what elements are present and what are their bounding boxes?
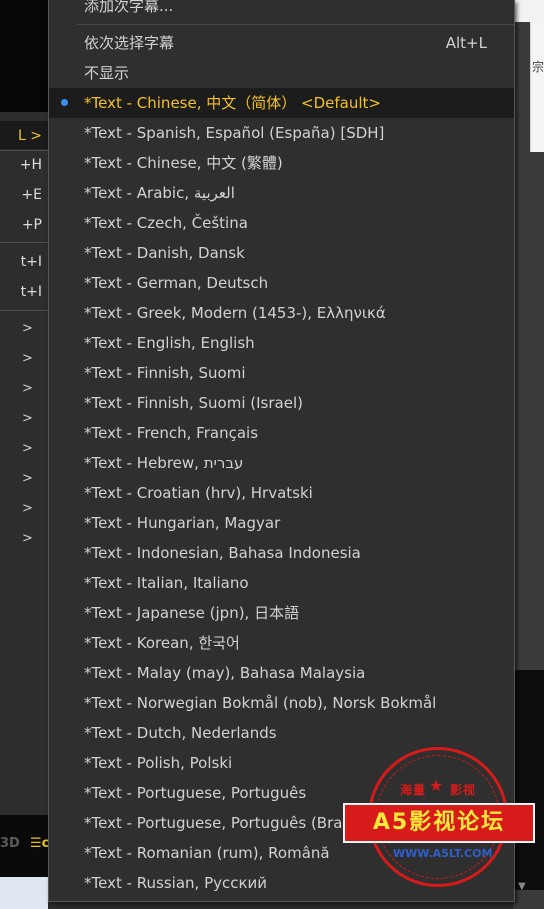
menu-item-label: *Text - Hebrew, עברית	[84, 454, 244, 472]
parent-menu-subtitle-item[interactable]: L >	[0, 127, 42, 145]
menu-separator	[77, 24, 514, 25]
menu-item-subtitle-track[interactable]: *Text - Italian, Italiano	[49, 568, 514, 598]
menu-item-cycle-subtitles[interactable]: 依次选择字幕 Alt+L	[49, 28, 514, 58]
parent-menu-dark-area	[0, 0, 48, 112]
menu-item-label: *Text - Chinese, 中文 (繁體)	[84, 154, 283, 172]
menu-item-subtitle-track[interactable]: *Text - Indonesian, Bahasa Indonesia	[49, 538, 514, 568]
menu-item-subtitle-track[interactable]: *Text - Danish, Dansk	[49, 238, 514, 268]
watermark-banner-text: A5影视论坛	[372, 810, 506, 835]
menu-item-label: *Text - Finnish, Suomi	[84, 364, 246, 382]
parent-menu-separator	[0, 310, 48, 311]
submenu-arrow-icon[interactable]: >	[22, 381, 33, 397]
menu-item-subtitle-track[interactable]: *Text - Norwegian Bokmål (nob), Norsk Bo…	[49, 688, 514, 718]
3d-button[interactable]: 3D	[0, 836, 20, 852]
parent-menu-shortcut[interactable]: t+I	[0, 283, 42, 301]
menu-item-label: *Text - English, English	[84, 334, 255, 352]
parent-menu-shortcut[interactable]: t+I	[0, 253, 42, 271]
parent-menu-separator	[0, 150, 48, 151]
menu-item-label: *Text - Danish, Dansk	[84, 244, 245, 262]
menu-item-label: *Text - Arabic, العربية	[84, 184, 235, 202]
menu-item-subtitle-track[interactable]: *Text - Spanish, Español (España) [SDH]	[49, 118, 514, 148]
background-window-text: 宗	[532, 60, 544, 74]
watermark-url: WWW.A5LT.COM	[393, 847, 493, 860]
menu-item-label: *Text - Polish, Polski	[84, 754, 233, 772]
menu-item-label: *Text - Spanish, Español (España) [SDH]	[84, 124, 385, 142]
menu-item-subtitle-track[interactable]: *Text - Arabic, العربية	[49, 178, 514, 208]
menu-item-subtitle-track[interactable]: *Text - Finnish, Suomi	[49, 358, 514, 388]
watermark-star-icon: ★	[429, 776, 444, 795]
menu-item-subtitle-track[interactable]: *Text - Dutch, Nederlands	[49, 718, 514, 748]
menu-icon[interactable]: ☰c	[30, 836, 49, 852]
menu-item-label: *Text - Czech, Čeština	[84, 214, 248, 232]
parent-menu-shortcut[interactable]: +H	[0, 156, 42, 174]
parent-menu-shortcut[interactable]: +P	[0, 216, 42, 234]
background-window-top	[513, 0, 544, 22]
menu-item-label: *Text - Romanian (rum), Română	[84, 844, 330, 862]
menu-item-subtitle-track[interactable]: *Text - Malay (may), Bahasa Malaysia	[49, 658, 514, 688]
menu-item-label: *Text - Greek, Modern (1453-), Ελληνικά	[84, 304, 386, 322]
menu-item-label: 添加次字幕...	[84, 0, 174, 15]
scroll-down-icon[interactable]: ▼	[518, 881, 526, 892]
menu-item-label: *Text - Croatian (hrv), Hrvatski	[84, 484, 313, 502]
submenu-arrow-icon[interactable]: >	[22, 321, 33, 337]
watermark-top-right-text: 影视	[450, 783, 477, 797]
menu-item-add-secondary-subtitle[interactable]: 添加次字幕...	[49, 0, 514, 21]
menu-item-subtitle-track[interactable]: *Text - Czech, Čeština	[49, 208, 514, 238]
menu-item-label: *Text - Japanese (jpn), 日本語	[84, 604, 300, 622]
menu-item-subtitle-track[interactable]: *Text - Korean, 한국어	[49, 628, 514, 658]
selected-bullet-icon	[61, 99, 68, 106]
background-window-panel	[530, 22, 544, 152]
submenu-arrow-icon[interactable]: >	[22, 471, 33, 487]
menu-item-label: 不显示	[84, 64, 130, 82]
submenu-arrow-icon[interactable]: >	[22, 351, 33, 367]
menu-item-label: *Text - Korean, 한국어	[84, 634, 240, 652]
menu-item-label: *Text - German, Deutsch	[84, 274, 269, 292]
menu-item-label: *Text - Dutch, Nederlands	[84, 724, 277, 742]
menu-item-hide-subtitles[interactable]: 不显示	[49, 58, 514, 88]
menu-item-label: 依次选择字幕	[84, 34, 175, 52]
menu-item-subtitle-track[interactable]: *Text - English, English	[49, 328, 514, 358]
menu-item-subtitle-track[interactable]: *Text - Hungarian, Magyar	[49, 508, 514, 538]
menu-item-subtitle-track[interactable]: *Text - Chinese, 中文 (繁體)	[49, 148, 514, 178]
menu-item-shortcut: Alt+L	[445, 34, 487, 52]
menu-item-label: *Text - Hungarian, Magyar	[84, 514, 281, 532]
menu-item-label: *Text - French, Français	[84, 424, 259, 442]
menu-item-label: *Text - Portuguese, Português	[84, 784, 307, 802]
menu-item-label: *Text - Malay (may), Bahasa Malaysia	[84, 664, 366, 682]
menu-item-subtitle-track[interactable]: *Text - French, Français	[49, 418, 514, 448]
menu-item-label: *Text - Portuguese, Português (Brasil)	[84, 814, 365, 832]
menu-item-subtitle-track[interactable]: *Text - Greek, Modern (1453-), Ελληνικά	[49, 298, 514, 328]
menu-item-subtitle-track[interactable]: *Text - Chinese, 中文（简体） <Default>	[49, 88, 514, 118]
menu-item-subtitle-track[interactable]: *Text - Japanese (jpn), 日本語	[49, 598, 514, 628]
taskbar	[0, 877, 48, 909]
menu-item-subtitle-track[interactable]: *Text - Hebrew, עברית	[49, 448, 514, 478]
submenu-arrow-icon[interactable]: >	[22, 441, 33, 457]
submenu-arrow-icon[interactable]: >	[22, 531, 33, 547]
menu-item-label: *Text - Norwegian Bokmål (nob), Norsk Bo…	[84, 694, 437, 712]
menu-item-label: *Text - Chinese, 中文（简体） <Default>	[84, 94, 381, 112]
menu-item-label: *Text - Finnish, Suomi (Israel)	[84, 394, 303, 412]
submenu-arrow-icon[interactable]: >	[22, 501, 33, 517]
submenu-arrow-icon[interactable]: >	[22, 411, 33, 427]
scrollbar-track[interactable]	[513, 670, 544, 890]
menu-item-label: *Text - Indonesian, Bahasa Indonesia	[84, 544, 361, 562]
menu-item-label: *Text - Italian, Italiano	[84, 574, 249, 592]
parent-menu-shortcut[interactable]: +E	[0, 186, 42, 204]
menu-item-label: *Text - Russian, Русский	[84, 874, 268, 892]
menu-item-subtitle-track[interactable]: *Text - German, Deutsch	[49, 268, 514, 298]
parent-menu-separator	[0, 242, 48, 243]
watermark-top-left-text: 海量	[400, 783, 427, 797]
menu-item-subtitle-track[interactable]: *Text - Croatian (hrv), Hrvatski	[49, 478, 514, 508]
menu-item-subtitle-track[interactable]: *Text - Finnish, Suomi (Israel)	[49, 388, 514, 418]
